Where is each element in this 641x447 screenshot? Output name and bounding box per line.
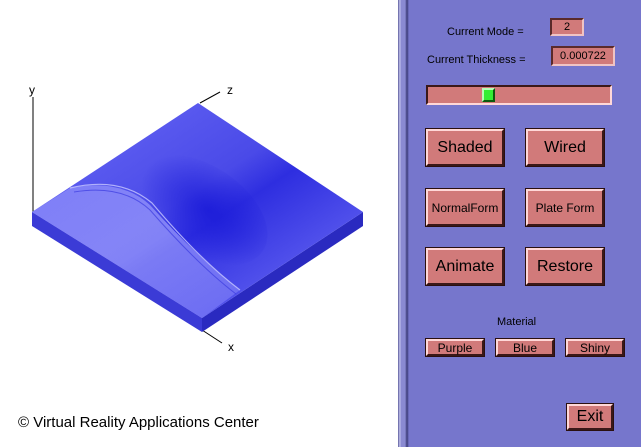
material-label: Material [497,316,537,328]
purple-material-button[interactable]: Purple [425,338,485,357]
normal-form-button[interactable]: NormalForm [425,188,505,227]
plate-form-button[interactable]: Plate Form [525,188,605,227]
animate-button[interactable]: Animate [425,247,505,286]
shaded-button[interactable]: Shaded [425,128,505,167]
y-axis-label: y [29,83,35,97]
plate-render [32,91,363,344]
panel-divider[interactable] [398,0,409,447]
shiny-material-button[interactable]: Shiny [565,338,625,357]
thickness-slider-thumb[interactable] [482,88,495,102]
z-axis-label: z [227,83,233,97]
z-axis-line [199,91,221,104]
blue-material-button[interactable]: Blue [495,338,555,357]
thickness-slider[interactable] [426,85,612,105]
exit-button[interactable]: Exit [566,403,614,431]
thickness-label: Current Thickness = [427,54,526,66]
x-axis-line [201,329,223,344]
control-panel: Current Mode = 2 Current Thickness = 0.0… [409,0,641,447]
copyright-notice: © Virtual Reality Applications Center [18,414,259,431]
mode-value-field: 2 [550,18,584,36]
mode-label: Current Mode = [447,26,524,38]
restore-button[interactable]: Restore [525,247,605,286]
thickness-value-field: 0.000722 [551,46,615,66]
x-axis-label: x [228,340,234,354]
wired-button[interactable]: Wired [525,128,605,167]
3d-viewport[interactable]: y z x © Virtual Reality Applications Cen… [0,0,400,447]
